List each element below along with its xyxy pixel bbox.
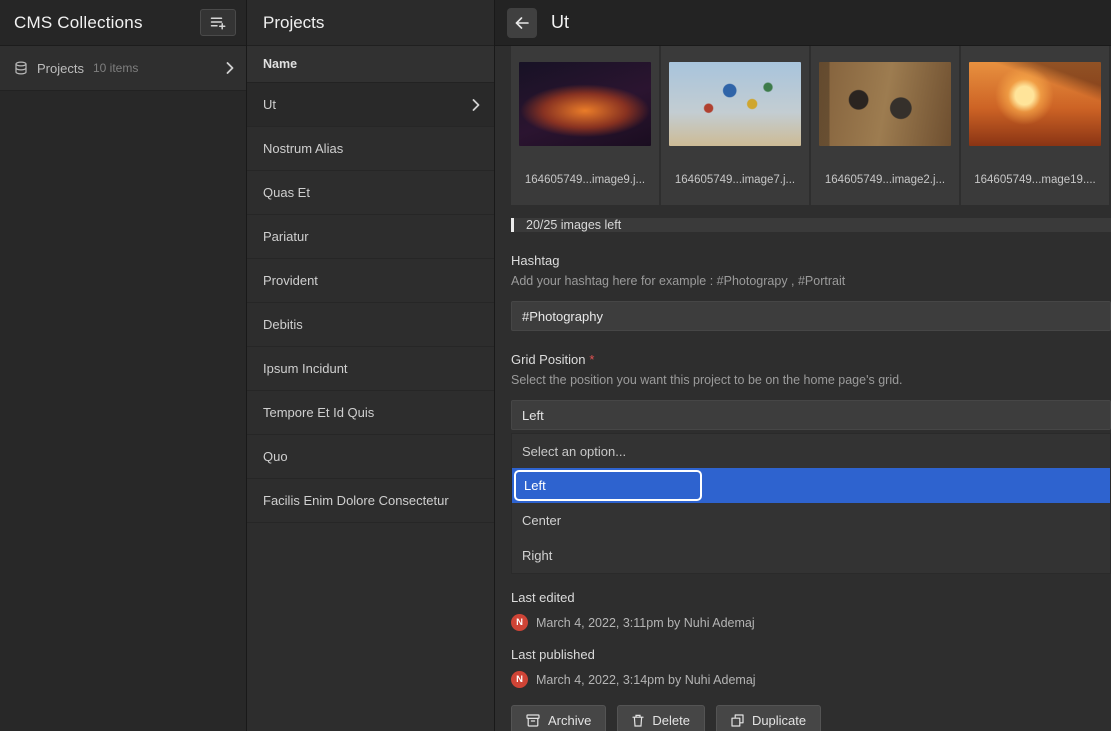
duplicate-button[interactable]: Duplicate <box>715 705 822 731</box>
last-edited-text: March 4, 2022, 3:11pm by Nuhi Ademaj <box>536 615 755 630</box>
projects-panel-title: Projects <box>247 0 494 46</box>
dropdown-option-label: Select an option... <box>522 443 627 459</box>
name-column-header: Name <box>247 46 494 83</box>
project-item-label: Nostrum Alias <box>263 141 344 156</box>
chevron-right-icon <box>472 98 480 111</box>
hashtag-help-text: Add your hashtag here for example : #Pho… <box>511 274 846 288</box>
collections-panel: CMS Collections Projects 10 items <box>0 0 247 731</box>
duplicate-button-label: Duplicate <box>751 713 807 728</box>
image-filename: 164605749...image9.j... <box>524 174 646 186</box>
cms-collections-app: CMS Collections Projects 10 items Projec… <box>0 0 1111 731</box>
dropdown-option-label: Center <box>522 513 562 528</box>
grid-position-select-value: Left <box>522 407 544 423</box>
back-button[interactable] <box>507 7 537 38</box>
grid-position-help-text: Select the position you want this projec… <box>511 373 903 387</box>
project-item-label: Tempore Et Id Quis <box>263 405 375 420</box>
dropdown-option-label: Left <box>524 478 546 493</box>
archive-button[interactable]: Archive <box>511 705 607 731</box>
project-item-label: Provident <box>263 273 318 288</box>
user-avatar: N <box>511 671 528 688</box>
dropdown-option-label: Right <box>522 548 553 563</box>
collection-row-projects[interactable]: Projects 10 items <box>0 46 246 91</box>
project-item[interactable]: Quas Et <box>247 171 494 215</box>
thumbnail-image <box>519 62 651 146</box>
hashtag-label: Hashtag <box>511 253 560 268</box>
detail-form: Hashtag Add your hashtag here for exampl… <box>495 232 1111 731</box>
user-avatar: N <box>511 614 528 631</box>
hashtag-input[interactable] <box>511 301 1111 331</box>
add-collection-button[interactable] <box>200 9 236 36</box>
images-left-note: 20/25 images left <box>511 218 1111 232</box>
option-focus-ring: Left <box>514 470 702 501</box>
add-collection-icon <box>210 16 226 30</box>
collection-stack-icon <box>14 61 28 75</box>
collection-label: Projects <box>37 60 84 76</box>
project-item-label: Facilis Enim Dolore Consectetur <box>263 493 449 508</box>
detail-header: Ut <box>495 0 1111 46</box>
grid-position-dropdown: Select an option... Left Center Right <box>511 433 1111 574</box>
image-filename: 164605749...image2.j... <box>824 174 946 186</box>
dropdown-option-right[interactable]: Right <box>512 538 1110 573</box>
trash-icon <box>632 714 644 727</box>
delete-button[interactable]: Delete <box>617 705 705 731</box>
last-edited-row: N March 4, 2022, 3:11pm by Nuhi Ademaj <box>511 614 1111 631</box>
projects-panel: Projects Name Ut Nostrum Alias Quas Et P… <box>247 0 495 731</box>
last-published-row: N March 4, 2022, 3:14pm by Nuhi Ademaj <box>511 671 1111 688</box>
project-item-label: Quas Et <box>263 185 310 200</box>
dropdown-option-left[interactable]: Left <box>512 468 1110 503</box>
project-item[interactable]: Ipsum Incidunt <box>247 347 494 391</box>
dropdown-option-placeholder[interactable]: Select an option... <box>512 434 1110 468</box>
collection-count: 10 items <box>92 61 139 75</box>
project-item[interactable]: Quo <box>247 435 494 479</box>
project-item[interactable]: Facilis Enim Dolore Consectetur <box>247 479 494 523</box>
archive-icon <box>526 714 540 727</box>
duplicate-icon <box>731 714 744 727</box>
arrow-left-icon <box>515 16 529 29</box>
dropdown-option-center[interactable]: Center <box>512 503 1110 538</box>
project-item[interactable]: Provident <box>247 259 494 303</box>
project-item-label: Quo <box>263 449 288 464</box>
project-item[interactable]: Debitis <box>247 303 494 347</box>
project-item-label: Debitis <box>263 317 303 332</box>
detail-title: Ut <box>551 12 569 32</box>
image-card[interactable]: 164605749...image2.j... <box>811 46 959 205</box>
last-edited-label: Last edited <box>511 590 575 605</box>
project-item[interactable]: Tempore Et Id Quis <box>247 391 494 435</box>
collections-panel-header: CMS Collections <box>0 0 246 46</box>
grid-position-label-text: Grid Position <box>511 352 586 367</box>
image-filename: 164605749...image7.j... <box>674 174 796 186</box>
project-item-label: Ipsum Incidunt <box>263 361 348 376</box>
project-item[interactable]: Nostrum Alias <box>247 127 494 171</box>
grid-position-select[interactable]: Left <box>511 400 1111 430</box>
last-published-text: March 4, 2022, 3:14pm by Nuhi Ademaj <box>536 672 756 687</box>
thumbnail-image <box>969 62 1101 146</box>
project-item-label: Pariatur <box>263 229 309 244</box>
collections-panel-title: CMS Collections <box>14 12 143 32</box>
required-asterisk: * <box>589 352 595 367</box>
item-detail-panel: Ut 164605749...image9.j... 164605749...i… <box>495 0 1111 731</box>
thumbnail-image <box>819 62 951 146</box>
delete-button-label: Delete <box>652 713 690 728</box>
project-item[interactable]: Pariatur <box>247 215 494 259</box>
image-filename: 164605749...mage19.... <box>974 174 1096 186</box>
chevron-right-icon <box>226 62 234 74</box>
project-item-label: Ut <box>263 97 276 112</box>
project-item-ut[interactable]: Ut <box>247 83 494 127</box>
thumbnail-image <box>669 62 801 146</box>
image-gallery: 164605749...image9.j... 164605749...imag… <box>495 46 1111 205</box>
image-card[interactable]: 164605749...image9.j... <box>511 46 659 205</box>
action-buttons: Archive Delete Duplicate <box>511 705 1111 731</box>
image-card[interactable]: 164605749...image7.j... <box>661 46 809 205</box>
last-published-label: Last published <box>511 647 595 662</box>
image-card[interactable]: 164605749...mage19.... <box>961 46 1109 205</box>
grid-position-label: Grid Position * <box>511 352 1111 367</box>
archive-button-label: Archive <box>548 713 592 728</box>
